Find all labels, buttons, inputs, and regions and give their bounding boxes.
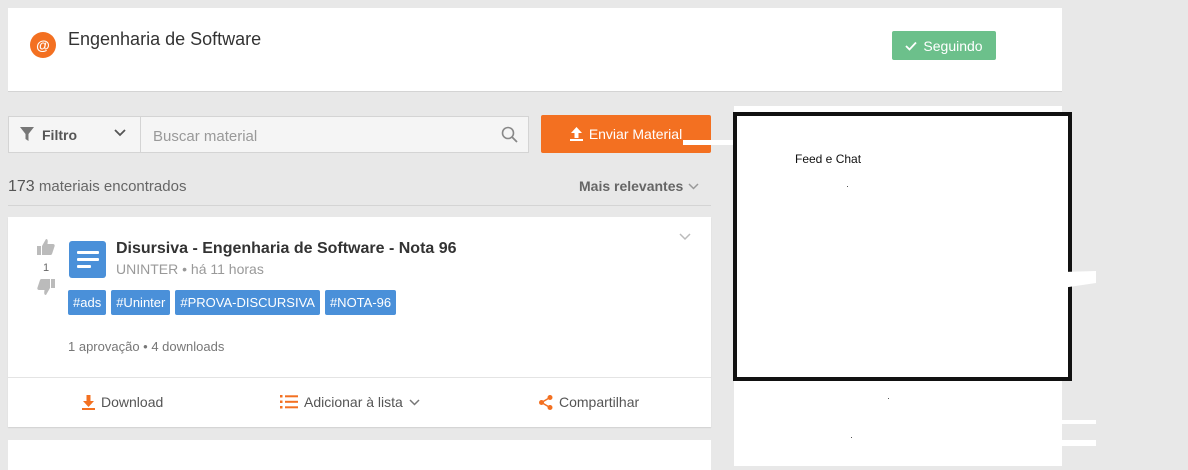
material-time: há 11 horas: [190, 261, 264, 277]
material-title[interactable]: Disursiva - Engenharia de Software - Not…: [116, 240, 457, 258]
add-to-list-label: Adicionar à lista: [304, 394, 403, 410]
tag[interactable]: #Uninter: [111, 290, 171, 315]
divider: [8, 205, 711, 206]
approvals-count: 1 aprovação: [68, 339, 140, 354]
send-material-button[interactable]: Enviar Material: [541, 115, 711, 153]
sort-label: Mais relevantes: [579, 178, 684, 194]
thumbs-down-icon[interactable]: [37, 279, 55, 295]
following-button[interactable]: Seguindo: [892, 31, 996, 60]
tag[interactable]: #PROVA-DISCURSIVA: [175, 290, 320, 315]
course-logo: @: [30, 32, 56, 58]
download-icon: [82, 394, 95, 410]
feed-and-chat-panel[interactable]: Feed e Chat: [733, 112, 1072, 381]
tag[interactable]: #ads: [68, 290, 107, 315]
thumbs-up-icon[interactable]: [37, 239, 55, 255]
divider: [8, 377, 711, 378]
chevron-down-icon[interactable]: [679, 233, 691, 241]
check-icon: [905, 41, 918, 51]
download-label: Download: [101, 394, 164, 410]
send-material-label: Enviar Material: [588, 126, 683, 142]
vote-widget: 1: [36, 239, 56, 298]
dot: [888, 398, 889, 399]
filter-dropdown[interactable]: Filtro: [8, 116, 140, 153]
material-source[interactable]: UNINTER: [116, 261, 178, 277]
add-to-list-button[interactable]: Adicionar à lista: [280, 394, 420, 410]
dot: [847, 186, 848, 187]
feed-label: Feed e Chat: [795, 152, 862, 166]
list-icon: [280, 395, 298, 409]
redaction-mark: [1062, 440, 1096, 446]
share-icon: [539, 394, 553, 410]
redaction-mark: [1062, 420, 1096, 424]
course-header: @ Engenharia de Software Seguindo: [8, 8, 1062, 92]
results-count: 173 materiais encontrados: [8, 178, 186, 196]
chevron-down-icon: [409, 398, 420, 406]
funnel-icon: [20, 127, 34, 141]
chevron-down-icon: [688, 182, 699, 190]
vote-count: 1: [42, 262, 50, 274]
sort-dropdown[interactable]: Mais relevantes: [579, 178, 699, 194]
page-title: Engenharia de Software: [68, 29, 262, 49]
material-card[interactable]: 1 Disursiva - Engenharia de Software - N…: [8, 217, 711, 427]
share-label: Compartilhar: [559, 394, 640, 410]
results-count-label: materiais encontrados: [38, 178, 187, 195]
search-input[interactable]: [151, 126, 495, 146]
document-icon: [69, 241, 106, 278]
tag[interactable]: #NOTA-96: [324, 290, 397, 315]
search-field: [140, 116, 529, 153]
download-button[interactable]: Download: [82, 394, 163, 410]
filter-label: Filtro: [42, 126, 77, 143]
chevron-down-icon: [114, 129, 126, 137]
dot: [851, 437, 852, 438]
material-card[interactable]: [8, 440, 711, 470]
redaction-mark: [683, 140, 735, 145]
material-meta: UNINTER • há 11 horas: [116, 261, 264, 277]
downloads-count: 4 downloads: [151, 339, 225, 354]
upload-icon: [569, 127, 583, 141]
search-icon[interactable]: [501, 126, 518, 143]
following-label: Seguindo: [923, 37, 983, 54]
material-stats: 1 aprovação • 4 downloads: [68, 339, 225, 354]
results-count-number: 173: [8, 178, 35, 195]
share-button[interactable]: Compartilhar: [539, 394, 639, 410]
tag-list: #ads #Uninter #PROVA-DISCURSIVA #NOTA-96: [68, 290, 397, 315]
